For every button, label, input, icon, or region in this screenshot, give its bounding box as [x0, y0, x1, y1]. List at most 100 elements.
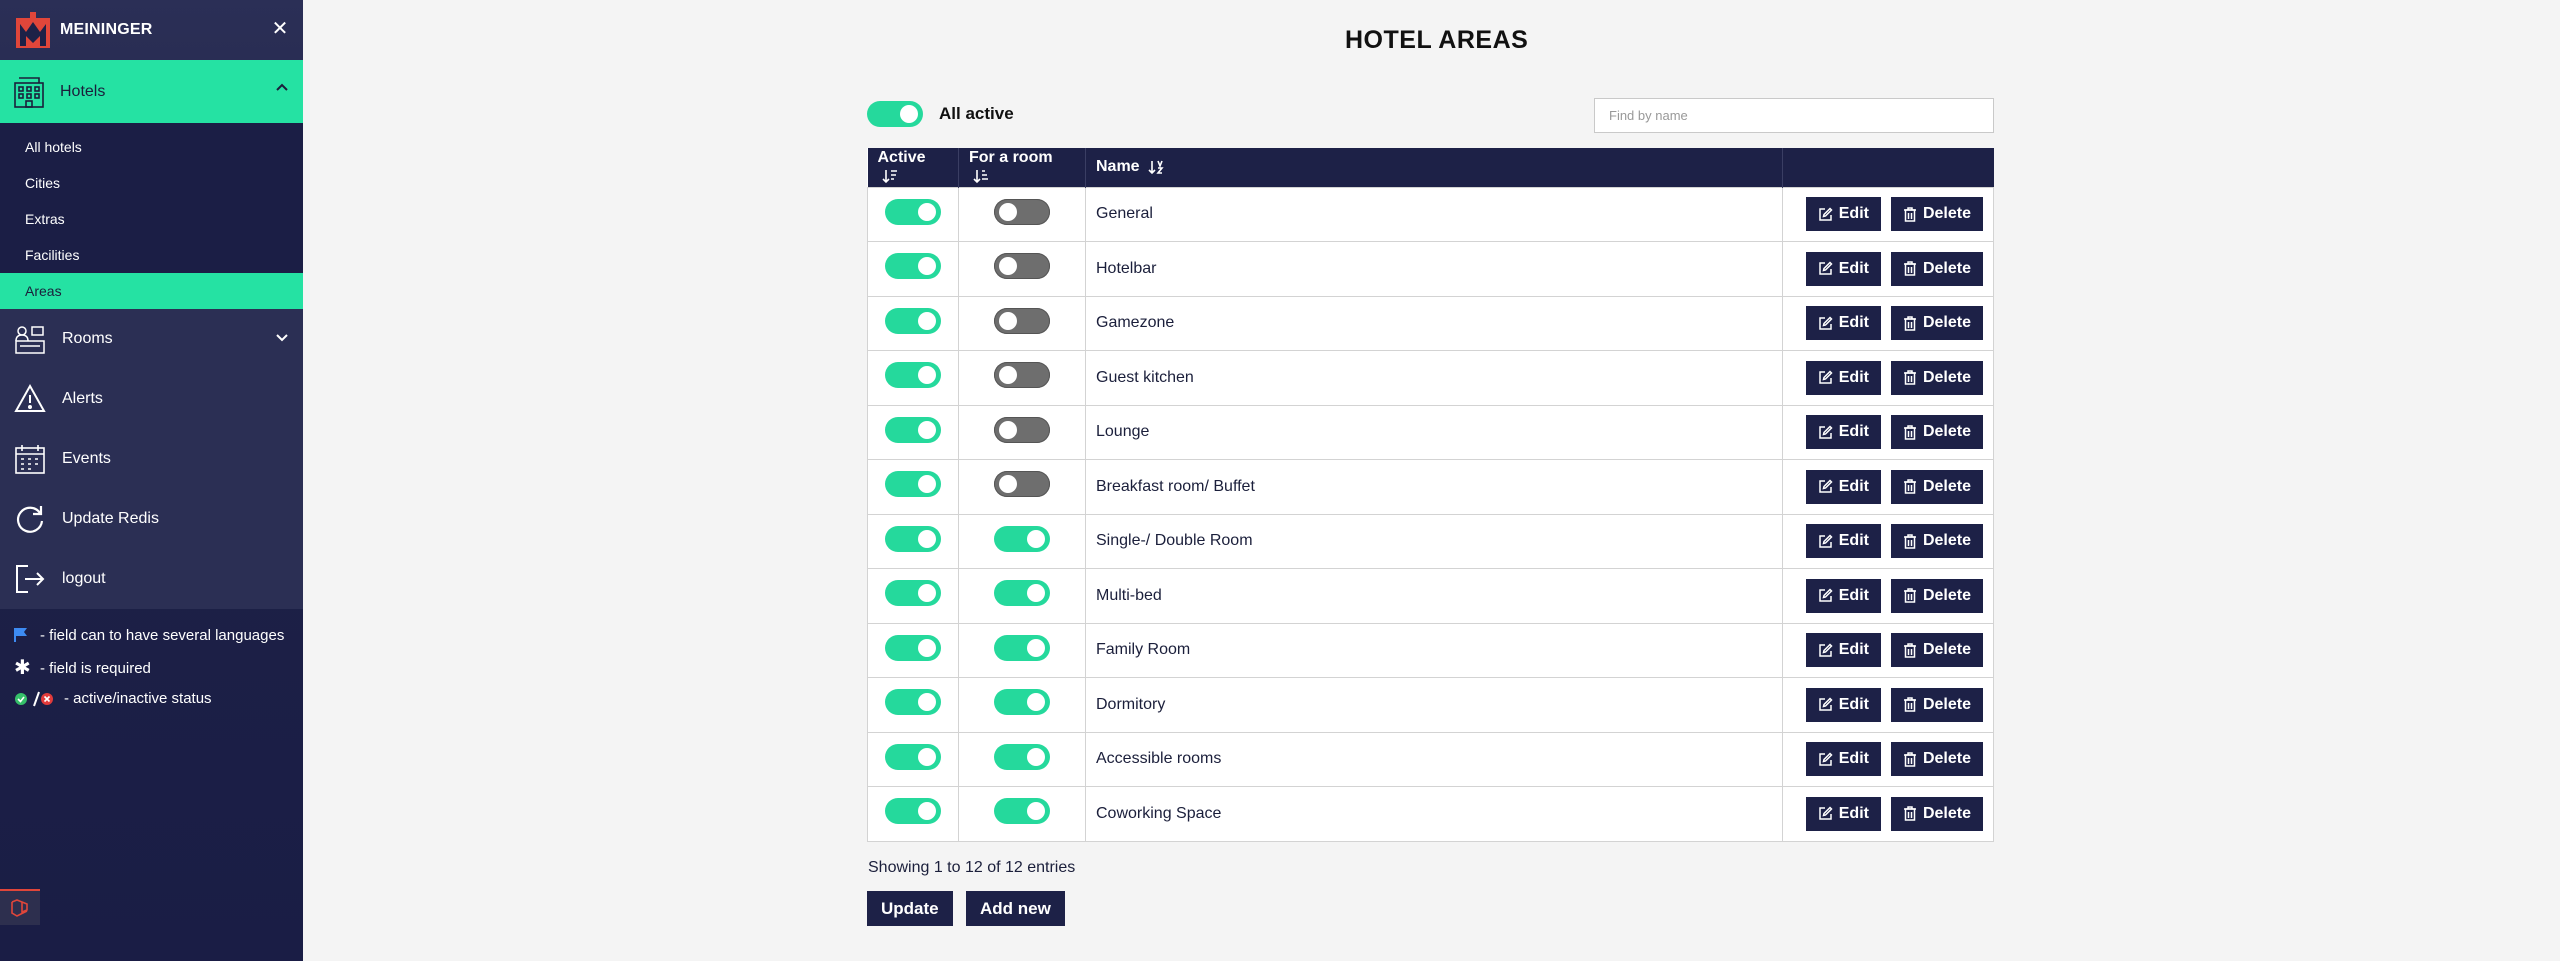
active-toggle[interactable]	[885, 743, 941, 770]
main-nav: Rooms Alerts Events Update Redis logout	[0, 309, 303, 609]
for-room-cell	[958, 295, 1086, 351]
for-room-toggle[interactable]	[994, 198, 1050, 225]
edit-label: Edit	[1838, 641, 1869, 659]
active-toggle[interactable]	[885, 689, 941, 716]
edit-button[interactable]: Edit	[1805, 687, 1881, 722]
nav-logout[interactable]: logout	[0, 549, 303, 609]
for-room-toggle[interactable]	[994, 743, 1050, 770]
delete-button[interactable]: Delete	[1890, 578, 1983, 613]
edit-icon	[1819, 207, 1833, 221]
delete-label: Delete	[1922, 641, 1971, 659]
add-new-button[interactable]: Add new	[966, 891, 1065, 926]
delete-button[interactable]: Delete	[1890, 742, 1983, 777]
for-room-toggle[interactable]	[994, 307, 1050, 334]
column-header-for-room-label: For a room	[969, 149, 1053, 167]
nav-events[interactable]: Events	[0, 429, 303, 489]
active-cell	[867, 459, 959, 515]
actions-cell: Edit Delete	[1782, 622, 1994, 678]
nav-alerts[interactable]: Alerts	[0, 369, 303, 429]
table-row: Guest kitchen Edit Delete	[867, 350, 1994, 406]
refresh-icon	[16, 506, 44, 533]
delete-label: Delete	[1922, 804, 1971, 822]
subnav-item-areas[interactable]: Areas	[0, 273, 303, 309]
delete-button[interactable]: Delete	[1890, 360, 1983, 395]
update-button[interactable]: Update	[867, 891, 953, 926]
active-toggle[interactable]	[885, 634, 941, 661]
for-room-toggle[interactable]	[994, 416, 1050, 443]
nav-update-redis[interactable]: Update Redis	[0, 489, 303, 549]
for-room-toggle[interactable]	[994, 580, 1050, 607]
search-input[interactable]	[1594, 98, 1994, 133]
for-room-toggle[interactable]	[994, 253, 1050, 280]
delete-button[interactable]: Delete	[1890, 415, 1983, 450]
area-name: Dormitory	[1085, 677, 1783, 733]
delete-button[interactable]: Delete	[1890, 687, 1983, 722]
delete-button[interactable]: Delete	[1890, 251, 1983, 286]
active-toggle[interactable]	[885, 198, 941, 225]
delete-button[interactable]: Delete	[1890, 469, 1983, 504]
column-header-active[interactable]: Active	[867, 148, 959, 187]
close-icon[interactable]: ✕	[269, 18, 291, 40]
nav-logout-label: logout	[62, 570, 106, 587]
active-toggle[interactable]	[885, 307, 941, 334]
edit-button[interactable]: Edit	[1805, 469, 1881, 504]
edit-button[interactable]: Edit	[1805, 306, 1881, 341]
subnav-item-all-hotels[interactable]: All hotels	[0, 129, 303, 165]
active-toggle[interactable]	[885, 525, 941, 552]
for-room-toggle[interactable]	[994, 634, 1050, 661]
edit-button[interactable]: Edit	[1805, 742, 1881, 777]
edit-button[interactable]: Edit	[1805, 197, 1881, 232]
delete-button[interactable]: Delete	[1890, 524, 1983, 559]
for-room-toggle[interactable]	[994, 798, 1050, 825]
active-cell	[867, 295, 959, 351]
edit-button[interactable]: Edit	[1805, 578, 1881, 613]
edit-button[interactable]: Edit	[1805, 796, 1881, 831]
delete-button[interactable]: Delete	[1890, 197, 1983, 232]
all-active-toggle[interactable]	[867, 101, 923, 127]
nav-rooms[interactable]: Rooms	[0, 309, 303, 369]
edit-icon	[1819, 425, 1833, 439]
for-room-toggle[interactable]	[994, 525, 1050, 552]
chevron-down-icon	[276, 334, 288, 342]
delete-button[interactable]: Delete	[1890, 796, 1983, 831]
edit-label: Edit	[1838, 423, 1869, 441]
active-toggle[interactable]	[885, 471, 941, 498]
active-toggle[interactable]	[885, 362, 941, 389]
column-header-name[interactable]: Name	[1085, 148, 1783, 187]
nav-hotels[interactable]: Hotels	[0, 60, 303, 123]
sort-icon	[881, 170, 897, 184]
active-cell	[867, 186, 959, 242]
delete-label: Delete	[1922, 423, 1971, 441]
for-room-toggle[interactable]	[994, 689, 1050, 716]
for-room-toggle[interactable]	[994, 362, 1050, 389]
edit-button[interactable]: Edit	[1805, 633, 1881, 668]
column-header-for-room[interactable]: For a room	[958, 148, 1086, 187]
edit-button[interactable]: Edit	[1805, 524, 1881, 559]
edit-button[interactable]: Edit	[1805, 251, 1881, 286]
hotel-icon	[14, 76, 44, 108]
edit-label: Edit	[1838, 205, 1869, 223]
for-room-toggle[interactable]	[994, 471, 1050, 498]
sidebar-header: MEININGER ✕	[0, 0, 303, 60]
trash-icon	[1903, 479, 1916, 494]
status-icon	[14, 690, 64, 712]
table-header-row: Active For a room Name	[867, 148, 1994, 187]
for-room-cell	[958, 350, 1086, 406]
subnav-item-extras[interactable]: Extras	[0, 201, 303, 237]
laravel-debug-icon[interactable]	[0, 889, 40, 925]
active-toggle[interactable]	[885, 416, 941, 443]
active-toggle[interactable]	[885, 580, 941, 607]
trash-icon	[1903, 806, 1916, 821]
subnav-item-cities[interactable]: Cities	[0, 165, 303, 201]
actions-cell: Edit Delete	[1782, 350, 1994, 406]
active-toggle[interactable]	[885, 798, 941, 825]
actions-cell: Edit Delete	[1782, 459, 1994, 515]
delete-button[interactable]: Delete	[1890, 306, 1983, 341]
edit-button[interactable]: Edit	[1805, 360, 1881, 395]
active-toggle[interactable]	[885, 253, 941, 280]
edit-button[interactable]: Edit	[1805, 415, 1881, 450]
table-row: Family Room Edit Delete	[867, 622, 1994, 678]
delete-button[interactable]: Delete	[1890, 633, 1983, 668]
subnav-item-facilities[interactable]: Facilities	[0, 237, 303, 273]
trash-icon	[1903, 370, 1916, 385]
